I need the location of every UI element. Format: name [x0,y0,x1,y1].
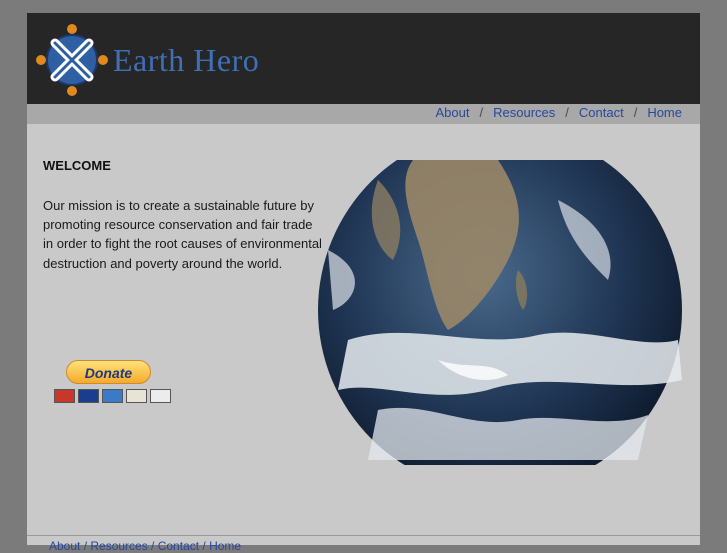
discover-icon [126,389,147,403]
nav-separator: / [633,105,638,120]
earth-globe-image [318,160,682,465]
site-header: Earth Hero [27,13,700,104]
mission-statement: Our mission is to create a sustainable f… [43,198,322,271]
welcome-heading: WELCOME [43,158,111,173]
footer-navigation[interactable]: About / Resources / Contact / Home [49,539,241,553]
nav-about-link[interactable]: About [436,105,470,120]
nav-resources-link[interactable]: Resources [493,105,555,120]
page-container: Earth Hero About / Resources / Contact / Home … [27,13,700,553]
nav-home-link[interactable]: Home [647,105,682,120]
visa-icon [78,389,99,403]
nav-separator: / [565,105,569,120]
donate-button[interactable]: Donate [66,360,151,384]
mastercard-icon [54,389,75,403]
top-navigation: About / Resources / Contact / Home [27,104,700,124]
bank-icon [150,389,171,403]
site-title[interactable]: Earth Hero [113,42,259,79]
amex-icon [102,389,123,403]
footer-divider [27,535,700,536]
earth-hero-logo-icon [36,24,108,96]
nav-contact-link[interactable]: Contact [579,105,624,120]
nav-separator: / [479,105,484,120]
